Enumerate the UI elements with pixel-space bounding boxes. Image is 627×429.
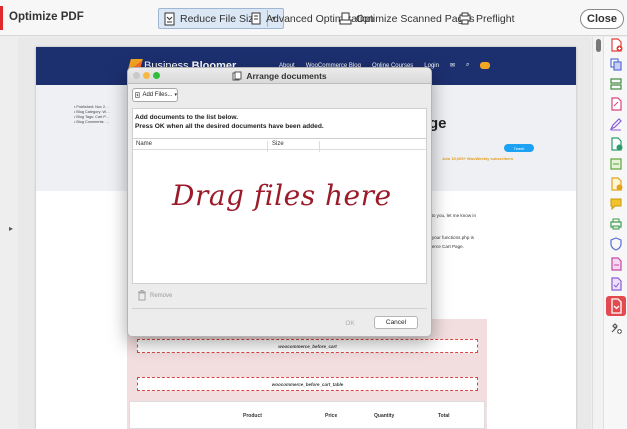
preflight-button[interactable]: Preflight [458, 9, 515, 28]
column-divider [319, 141, 320, 152]
optimize-scanned-label: Optimize Scanned Pages [356, 12, 475, 25]
create-pdf-icon[interactable] [609, 38, 623, 52]
standards-icon[interactable] [609, 277, 623, 291]
column-header-size[interactable]: Size [272, 141, 284, 147]
instruction-line: Press OK when all the desired documents … [135, 122, 324, 130]
cart-icon [480, 62, 491, 69]
table-header-cell: Quantity [374, 413, 395, 419]
tweet-badge: Tweet [504, 144, 534, 152]
right-tools-panel [603, 37, 627, 429]
more-tools-icon[interactable] [609, 321, 623, 335]
hook-before-cart-table: woocommerce_before_cart_table [137, 377, 478, 391]
edit-pdf-icon[interactable] [609, 97, 623, 111]
cancel-button[interactable]: Cancel [374, 316, 418, 329]
reduce-file-size-label: Reduce File Size [180, 12, 260, 25]
scan-ocr-icon[interactable] [609, 157, 623, 171]
window-close-button[interactable] [133, 72, 140, 79]
file-list-header: Name Size [133, 139, 426, 152]
table-header-cell: Total [438, 413, 450, 419]
ok-button[interactable]: OK [336, 317, 364, 329]
add-files-chevron-icon: ▾ [174, 92, 177, 98]
dialog-instructions: Add documents to the list below. Press O… [132, 108, 427, 138]
search-icon: ⌕ [466, 62, 470, 68]
drag-files-hint: Drag files here [172, 179, 392, 212]
window-zoom-button[interactable] [153, 72, 160, 79]
accessibility-icon[interactable] [609, 257, 623, 271]
close-tool-button[interactable]: Close [580, 9, 624, 29]
tool-title: Optimize PDF [9, 11, 84, 23]
organize-pages-icon[interactable] [609, 77, 623, 91]
add-files-button[interactable]: Add Files... ▾ [132, 88, 178, 102]
post-meta: • Published: Nov 2… • Blog Category: W… … [74, 105, 110, 125]
cart-table-header: Product Price Quantity Total [129, 401, 485, 429]
preflight-icon [459, 12, 471, 24]
body-text-line: it to you, let me know in [428, 213, 477, 218]
optimize-scanned-pages-button[interactable]: Optimize Scanned Pages [339, 9, 474, 28]
add-files-label: Add Files... [142, 92, 173, 98]
dialog-title: Arrange documents [246, 70, 327, 81]
comment-icon[interactable] [609, 197, 623, 211]
advanced-optimization-icon [251, 12, 261, 24]
remove-button[interactable]: Remove [137, 290, 172, 301]
body-text-line: n your functions.php is [428, 235, 474, 240]
join-subscribers-text: Join 15,000+ WooWeekly subscribers [442, 156, 514, 161]
vertical-scrollbar[interactable] [592, 37, 603, 429]
left-panel-expand-icon[interactable]: ▸ [9, 224, 13, 233]
scanned-pages-icon [339, 12, 352, 24]
table-header-cell: Product [243, 413, 262, 419]
remove-label: Remove [150, 292, 173, 299]
arrange-documents-dialog: Arrange documents Add Files... ▾ Add doc… [127, 67, 432, 337]
combine-files-icon[interactable] [609, 57, 623, 71]
add-files-icon [135, 92, 140, 98]
body-text-line: merce Cart Page. [428, 244, 464, 249]
export-pdf-icon[interactable] [609, 137, 623, 151]
protect-icon[interactable] [609, 237, 623, 251]
trash-icon [138, 290, 146, 301]
dialog-separator [132, 308, 427, 309]
fill-sign-icon[interactable] [609, 117, 623, 131]
mail-icon: ✉ [449, 63, 456, 69]
optimize-pdf-tool-active[interactable] [606, 296, 626, 316]
file-list[interactable]: Name Size Drag files here [132, 138, 427, 284]
column-header-name[interactable]: Name [136, 141, 152, 147]
print-production-icon[interactable] [609, 217, 623, 231]
reduce-file-size-icon [164, 12, 175, 25]
send-for-review-icon[interactable] [609, 177, 623, 191]
column-divider [267, 141, 268, 152]
window-minimize-button[interactable] [143, 72, 150, 79]
optimize-pdf-icon [611, 298, 622, 314]
table-header-cell: Price [325, 413, 338, 419]
hook-before-cart: woocommerce_before_cart [137, 339, 478, 353]
preflight-label: Preflight [476, 12, 515, 25]
meta-line: • Blog Comments: … [74, 120, 110, 124]
arrange-documents-icon [232, 71, 242, 80]
optimize-toolbar: Optimize PDF Reduce File Size ▾ Advanced… [0, 0, 627, 36]
dialog-titlebar[interactable]: Arrange documents [128, 68, 431, 84]
instruction-line: Add documents to the list below. [135, 114, 239, 121]
tool-accent-bar [0, 6, 3, 30]
scrollbar-thumb[interactable] [596, 39, 601, 52]
